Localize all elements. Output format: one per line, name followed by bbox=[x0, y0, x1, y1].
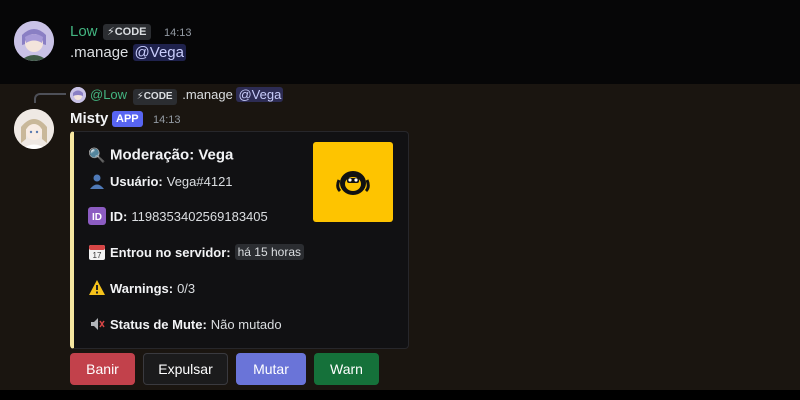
kick-button[interactable]: Expulsar bbox=[143, 353, 228, 385]
bot-avatar-misty[interactable] bbox=[14, 109, 54, 149]
author-name[interactable]: Low bbox=[70, 23, 98, 40]
magnifier-icon: 🔍 bbox=[88, 146, 106, 163]
ban-button[interactable]: Banir bbox=[70, 353, 135, 385]
bot-name[interactable]: Misty bbox=[70, 110, 108, 127]
app-tag: APP bbox=[112, 111, 143, 127]
field-user: Usuário: Vega#4121 bbox=[88, 172, 233, 190]
penguin-logo-icon bbox=[336, 171, 370, 195]
field-joined: 17 Entrou no servidor: há 15 horas bbox=[88, 243, 305, 261]
joined-value: há 15 horas bbox=[234, 244, 305, 260]
command-text: .manage bbox=[70, 44, 129, 61]
moderation-embed: 🔍 Moderação: Vega Usuário: Vega#4121 ID I… bbox=[70, 131, 409, 349]
embed-title: 🔍 Moderação: Vega bbox=[88, 146, 234, 164]
timestamp: 14:13 bbox=[164, 27, 192, 39]
timestamp: 14:13 bbox=[153, 114, 181, 126]
warn-button[interactable]: Warn bbox=[314, 353, 379, 385]
user-avatar-low[interactable] bbox=[14, 21, 54, 61]
mute-button[interactable]: Mutar bbox=[236, 353, 306, 385]
warnings-value: 0/3 bbox=[177, 280, 196, 296]
calendar-icon: 17 bbox=[88, 243, 106, 261]
warning-icon bbox=[88, 279, 106, 297]
reply-connector bbox=[34, 93, 66, 103]
user-mention[interactable]: @Vega bbox=[132, 44, 186, 61]
svg-text:ID: ID bbox=[92, 212, 102, 223]
reply-author[interactable]: @Low bbox=[90, 87, 127, 102]
mute-status-value: Não mutado bbox=[210, 316, 282, 332]
reply-preview[interactable]: @Low ⚡CODE .manage @Vega bbox=[90, 87, 284, 105]
muted-speaker-icon bbox=[88, 315, 106, 333]
user-silhouette-icon bbox=[88, 172, 106, 190]
bot-code-tag: ⚡CODE bbox=[103, 24, 151, 40]
field-id: ID ID: 1198353402569183405 bbox=[88, 207, 268, 225]
reply-mention[interactable]: @Vega bbox=[236, 87, 284, 102]
field-warnings: Warnings: 0/3 bbox=[88, 279, 195, 297]
reply-code-tag: ⚡CODE bbox=[132, 89, 177, 105]
svg-text:17: 17 bbox=[93, 251, 102, 260]
field-mute-status: Status de Mute: Não mutado bbox=[88, 315, 282, 333]
id-icon: ID bbox=[88, 207, 106, 225]
message-content: .manage @Vega bbox=[70, 44, 186, 61]
user-tag-value: Vega#4121 bbox=[166, 173, 233, 189]
reply-avatar[interactable] bbox=[70, 87, 86, 103]
embed-thumbnail[interactable] bbox=[313, 142, 393, 222]
reply-command: .manage bbox=[182, 87, 233, 102]
message-command: Low ⚡CODE 14:13 .manage @Vega bbox=[0, 0, 800, 84]
user-id-value: 1198353402569183405 bbox=[131, 208, 268, 224]
